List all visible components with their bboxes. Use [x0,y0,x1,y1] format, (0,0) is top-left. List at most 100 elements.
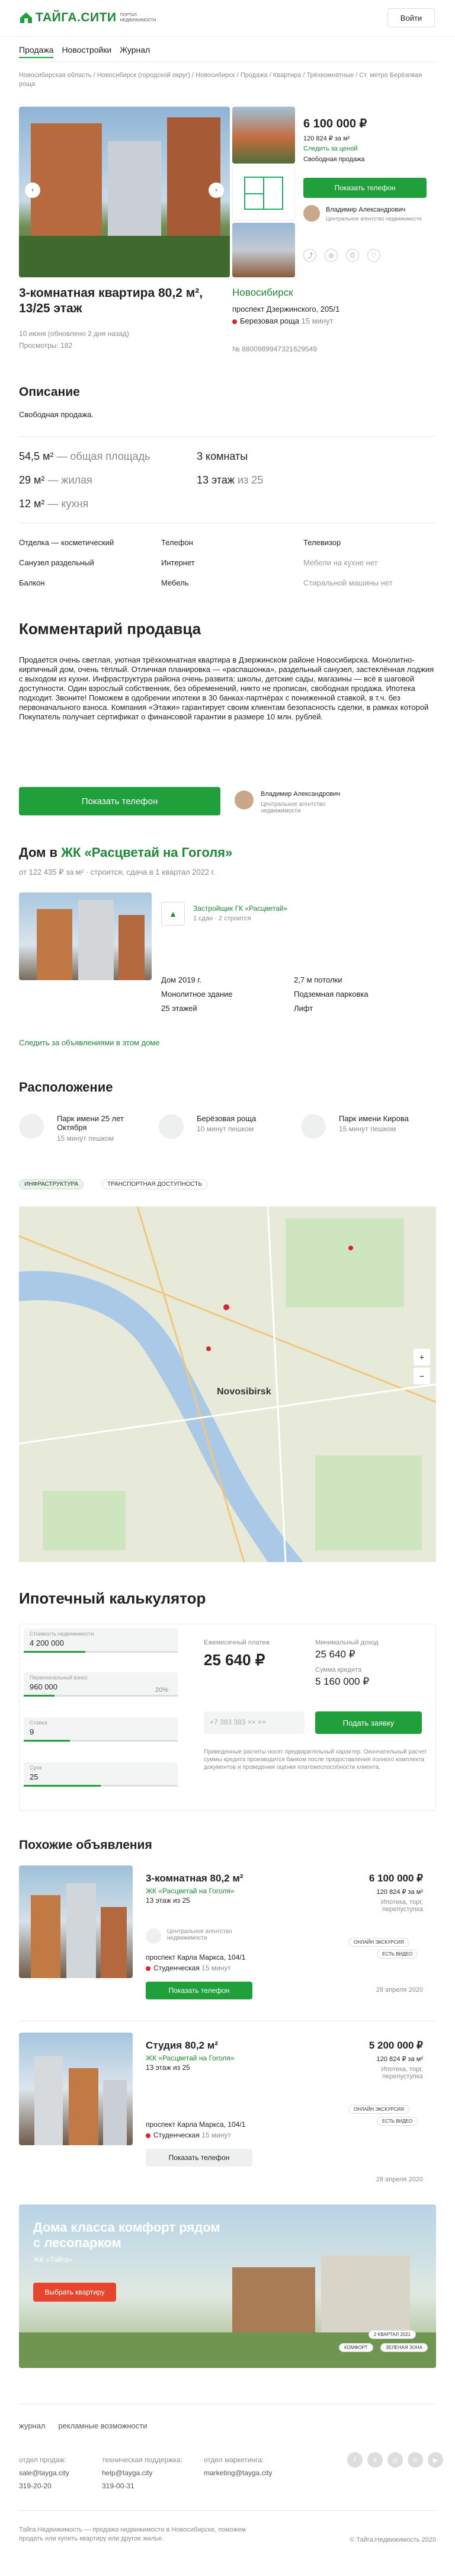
similar-metro-1: Студенческая 15 минут [146,1964,231,1972]
facebook-icon[interactable]: f [347,2452,363,2468]
first-slider[interactable] [24,1695,178,1697]
similar-m2-2: 120 824 ₽ за м² [376,2056,423,2063]
login-button[interactable]: Войти [387,8,435,27]
support-phone[interactable]: 319-00-31 [102,2479,182,2492]
similar-badge-tour-1: ОНЛАЙН ЭКСКУРСИЯ [348,1938,409,1947]
main-nav: Продажа Новостройки Журнал [19,45,150,58]
offer-title: 3-комнатная квартира 80,2 м², 13/25 этаж [19,286,203,315]
similar-title-2[interactable]: Студия 80,2 м² [146,2040,218,2052]
youtube-icon[interactable]: ▶ [428,2452,443,2468]
follow-house-link[interactable]: Следить за объявлениями в этом доме [19,1038,159,1047]
similar-price-2: 5 200 000 ₽ [369,2040,423,2051]
nav-newbuilds[interactable]: Новостройки [62,45,111,58]
offer-actions: ⤴ ⊘ ⎙ ♡ [303,249,380,262]
similar-phone-button-2[interactable]: Показать телефон [146,2149,252,2167]
similar-jk-2[interactable]: ЖК «Расцветай на Гоголя» [146,2054,235,2062]
rate-slider[interactable] [24,1740,178,1742]
footer-link-journal[interactable]: журнал [19,2421,45,2430]
tab-infrastructure[interactable]: ИНФРАСТРУКТУРА [19,1179,84,1189]
similar-badge-video-2: ЕСТЬ ВИДЕО [377,2117,418,2126]
promo-tag-green: ЗЕЛЕНАЯ ЗОНА [380,2343,428,2352]
similar-photo-1[interactable] [19,1865,133,1978]
social-icons: f в ◎ о ▶ [347,2452,443,2468]
comment-phone-button[interactable]: Показать телефон [19,787,220,815]
share-icon[interactable]: ⤴ [303,249,316,262]
logo-text: ТАЙГА.СИТИ [36,11,117,24]
park-icon [159,1114,184,1139]
calc-note: Приведенные расчеты носят предварительны… [204,1749,427,1771]
cost-slider[interactable] [24,1651,178,1653]
footer-rights: © Тайга.Недвижимость 2020 [350,2536,436,2543]
thumb-plan[interactable] [232,166,295,220]
offer-views: Просмотры: 182 [19,341,73,350]
comment-agent-org: Центральное агентство недвижимости [261,801,326,814]
nav-sale[interactable]: Продажа [19,45,54,58]
similar-phone-button-1[interactable]: Показать телефон [146,1982,252,1999]
block-icon[interactable]: ⊘ [325,249,338,262]
sale-type: Свободная продажа [303,156,365,163]
watch-price-link[interactable]: Следить за ценой [303,145,357,152]
promo-banner[interactable]: Дома класса комфорт рядом с лесопарком Ж… [19,2204,436,2368]
phone-input[interactable]: +7 383 383 ×× ×× [204,1711,305,1734]
house-photo[interactable] [19,892,152,980]
feature-item: Санузел раздельный [19,558,94,567]
thumb-2[interactable] [232,223,295,277]
sales-phone[interactable]: 319-20-20 [19,2479,69,2492]
show-phone-button[interactable]: Показать телефон [303,178,427,198]
loan-sum-value: 5 160 000 ₽ [315,1676,370,1687]
first-payment-pct: 20% [155,1687,169,1694]
similar-badge-video-1: ЕСТЬ ВИДЕО [377,1950,418,1959]
agent-name[interactable]: Владимир Александрович [326,206,405,213]
house-link[interactable]: ЖК «Расцветай на Гоголя» [61,845,232,860]
city-link[interactable]: Новосибирск [232,287,293,299]
print-icon[interactable]: ⎙ [346,249,359,262]
promo-button[interactable]: Выбрать квартиру [33,2283,116,2302]
house-fact: Монолитное здание [161,990,233,999]
footer-link-ads[interactable]: рекламные возможности [58,2421,147,2430]
house-title: Дом в ЖК «Расцветай на Гоголя» [19,845,233,860]
comment-agent-name[interactable]: Владимир Александрович [261,791,340,798]
feature-item: Отделка — косметический [19,538,114,547]
metro: Березовая роща 15 минут [232,316,334,325]
next-photo-icon[interactable]: › [209,183,224,198]
param-living: 29 м² — жилая [19,474,92,486]
sales-email[interactable]: sale@tayga.city [19,2466,69,2479]
similar-photo-2[interactable] [19,2033,133,2145]
developer-name[interactable]: Застройщик ГК «Расцветай» [193,904,287,913]
logo[interactable]: ТАЙГА.СИТИ ПОРТАЛ НЕДВИЖИМОСТИ [19,11,168,25]
tab-transport[interactable]: ТРАНСПОРТНАЯ ДОСТУПНОСТЬ [102,1179,208,1189]
house-fact: 25 этажей [161,1004,197,1013]
marketing-email[interactable]: marketing@tayga.city [204,2466,273,2479]
param-floor: 13 этаж из 25 [197,474,264,486]
nav-journal[interactable]: Журнал [120,45,150,58]
thumb-1[interactable] [232,107,295,164]
map-zoom-out-icon[interactable]: − [414,1368,430,1384]
similar-title-1[interactable]: 3-комнатная 80,2 м² [146,1873,243,1884]
term-slider[interactable] [24,1785,178,1787]
ok-icon[interactable]: о [408,2452,423,2468]
prev-photo-icon[interactable]: ‹ [25,183,40,198]
developer-logo: ▲ [161,902,185,926]
footer-links: журнал рекламные возможности [19,2421,147,2430]
logo-subtitle: ПОРТАЛ НЕДВИЖИМОСТИ [120,13,156,23]
similar-jk-1[interactable]: ЖК «Расцветай на Гоголя» [146,1887,235,1895]
favorite-icon[interactable]: ♡ [367,249,380,262]
breadcrumb[interactable]: Новосибирская область / Новосибирск (гор… [19,71,434,89]
rate-field[interactable]: Ставка 9 [24,1717,178,1740]
map[interactable]: Novosibirsk + − [19,1207,436,1562]
support-email[interactable]: help@tayga.city [102,2466,182,2479]
vk-icon[interactable]: в [367,2452,383,2468]
apply-button[interactable]: Подать заявку [315,1711,422,1734]
footer-col-marketing: отдел маркетинга: marketing@tayga.city [204,2453,273,2479]
cost-field[interactable]: Стоимость недвижимости 4 200 000 [24,1628,178,1651]
term-field[interactable]: Срок 25 [24,1762,178,1785]
first-payment-field[interactable]: Первоначальный взнос 960 000 [24,1672,178,1695]
map-zoom-in-icon[interactable]: + [414,1349,430,1365]
main-photo[interactable]: ‹ › [19,107,230,277]
metro-time: 15 минут [301,316,334,325]
loan-sum-label: Сумма кредита [315,1666,362,1673]
metro-name: Березовая роща [240,316,300,325]
instagram-icon[interactable]: ◎ [387,2452,403,2468]
footer-copy: Тайга.Недвижимость — продажа недвижимост… [19,2526,246,2542]
house-fact: Дом 2019 г. [161,975,202,984]
